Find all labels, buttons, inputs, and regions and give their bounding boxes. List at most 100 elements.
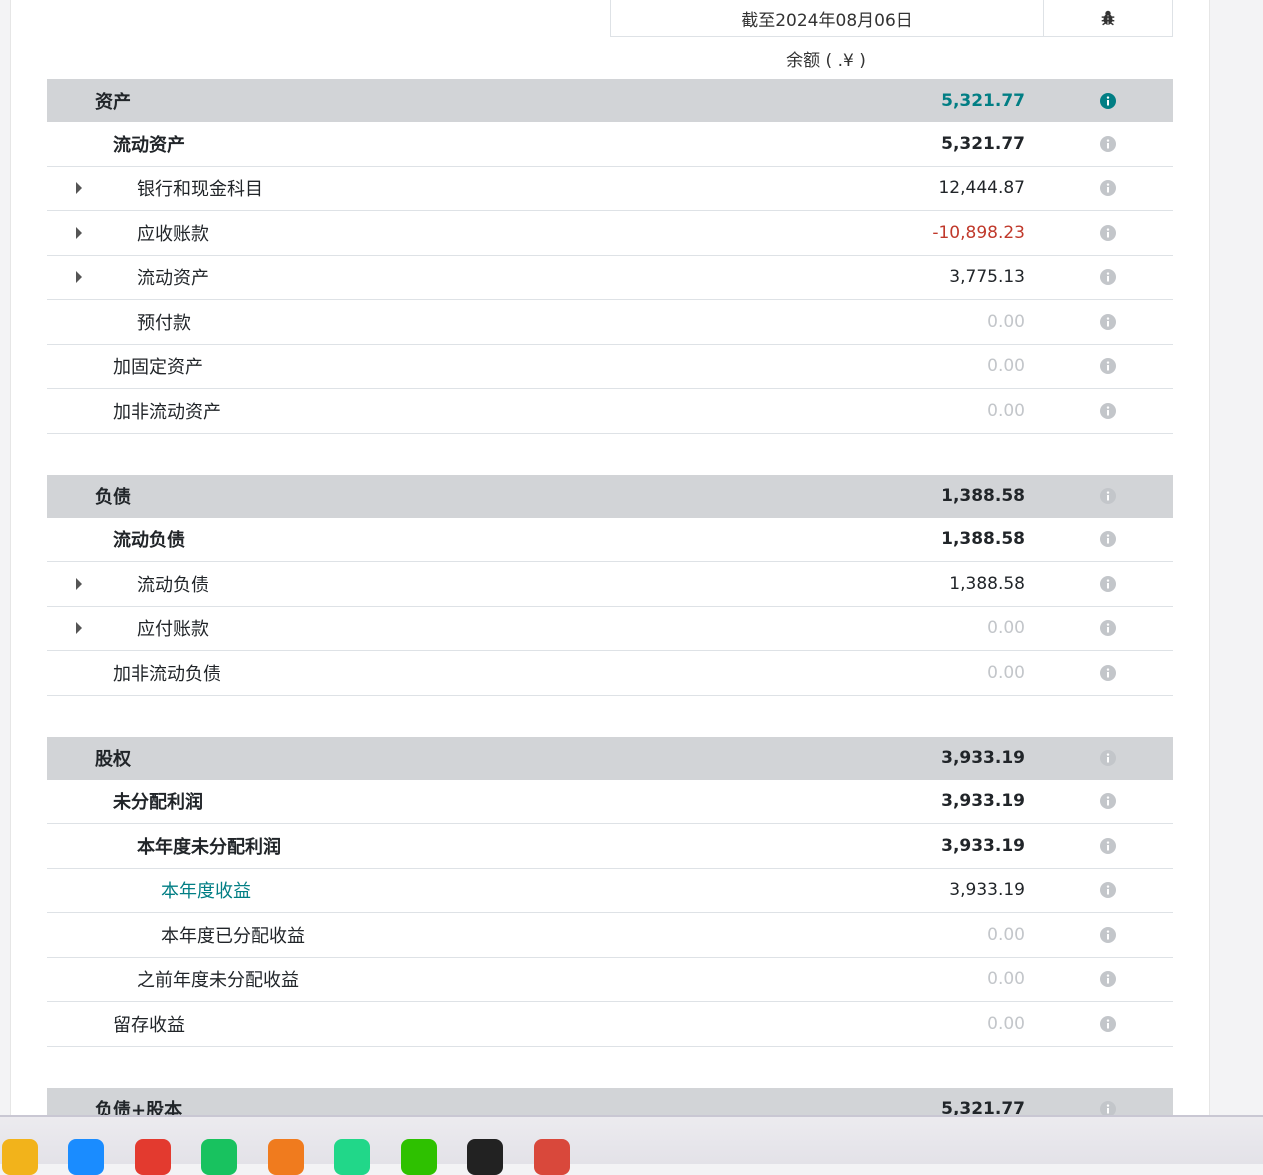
info-icon[interactable]	[1100, 620, 1116, 637]
row-balance: 0.00	[987, 311, 1025, 332]
info-icon[interactable]	[1100, 269, 1116, 286]
account-row[interactable]: 应收账款 -10,898.23	[47, 211, 1173, 256]
row-label: 未分配利润	[113, 792, 203, 814]
row-balance: 0.00	[987, 1013, 1025, 1034]
section-header-row: 资产 5,321.77	[47, 79, 1173, 122]
row-balance: 0.00	[987, 662, 1025, 683]
expand-caret-icon[interactable]	[76, 577, 82, 590]
row-label: 流动负债	[137, 574, 209, 596]
row-label: 应付账款	[137, 619, 209, 641]
info-icon[interactable]	[1100, 837, 1116, 854]
row-balance: 3,933.19	[941, 748, 1025, 768]
info-icon[interactable]	[1100, 1015, 1116, 1032]
row-label: 流动负债	[113, 530, 185, 552]
info-icon[interactable]	[1100, 180, 1116, 197]
account-row: 本年度未分配利润 3,933.19	[47, 824, 1173, 869]
account-row: 留存收益 0.00	[47, 1002, 1173, 1047]
date-label: 截至2024年08月06日	[741, 10, 913, 31]
info-icon[interactable]	[1100, 793, 1116, 810]
expand-caret-icon[interactable]	[76, 622, 82, 635]
section-header-row: 负债 1,388.58	[47, 474, 1173, 518]
account-row: 本年度已分配收益 0.00	[47, 913, 1173, 958]
info-icon[interactable]	[1100, 224, 1116, 241]
account-row: 流动负债 1,388.58	[47, 518, 1173, 562]
row-balance: 3,933.19	[941, 791, 1025, 812]
row-label: 加非流动负债	[113, 663, 221, 685]
info-icon[interactable]	[1100, 531, 1116, 548]
row-label: 负债	[95, 487, 131, 508]
account-row: 流动资产 5,321.77	[47, 122, 1173, 167]
row-balance: 5,321.77	[941, 1099, 1025, 1115]
git-icon[interactable]	[267, 1139, 304, 1175]
info-icon[interactable]	[1100, 926, 1116, 943]
info-icon[interactable]	[1100, 882, 1116, 899]
row-balance: 1,388.58	[941, 486, 1025, 506]
row-balance: 1,388.58	[941, 529, 1025, 550]
row-balance: -10,898.23	[932, 222, 1025, 243]
row-label[interactable]: 本年度收益	[161, 877, 251, 903]
info-icon[interactable]	[1100, 135, 1116, 152]
info-icon[interactable]	[1100, 358, 1116, 375]
folder-icon[interactable]	[2, 1139, 38, 1175]
info-icon[interactable]	[1100, 1101, 1116, 1115]
row-label: 资产	[95, 91, 131, 113]
balance-sheet-table: 资产 5,321.77 流动资产 5,321.77 银行和现金科目 12,444.87 应收…	[47, 79, 1173, 1115]
row-balance: 0.00	[987, 400, 1025, 421]
report-sheet: 截至2024年08月06日 余额 ( .¥ ) 资产 5,321.77 流动资产 5,…	[10, 0, 1210, 1115]
wechat-icon[interactable]	[400, 1139, 437, 1175]
account-row: 预付款 0.00	[47, 300, 1173, 345]
account-row[interactable]: 应付账款 0.00	[47, 607, 1173, 651]
app-icon[interactable]	[533, 1139, 570, 1175]
account-row: 之前年度未分配收益 0.00	[47, 958, 1173, 1002]
account-row[interactable]: 流动负债 1,388.58	[47, 562, 1173, 607]
info-icon[interactable]	[1100, 664, 1116, 681]
debug-button[interactable]	[1043, 0, 1173, 37]
row-label: 本年度已分配收益	[161, 925, 305, 947]
qq-icon[interactable]	[467, 1139, 503, 1175]
info-icon[interactable]	[1100, 750, 1116, 766]
row-balance: 0.00	[987, 618, 1025, 639]
row-balance: 3,775.13	[949, 267, 1025, 288]
account-row[interactable]: 银行和现金科目 12,444.87	[47, 167, 1173, 211]
account-row: 加固定资产 0.00	[47, 345, 1173, 389]
wps-icon[interactable]	[134, 1139, 171, 1175]
wechat-work-icon[interactable]	[201, 1139, 237, 1175]
row-label: 应收账款	[137, 223, 209, 245]
row-balance: 5,321.77	[941, 133, 1025, 154]
row-balance: 3,933.19	[949, 880, 1025, 901]
info-icon[interactable]	[1100, 971, 1116, 988]
expand-caret-icon[interactable]	[76, 226, 82, 239]
kugou-icon[interactable]	[68, 1139, 104, 1175]
date-column-header: 截至2024年08月06日	[610, 0, 1044, 37]
info-icon[interactable]	[1100, 313, 1116, 330]
row-label: 预付款	[137, 312, 191, 334]
row-balance: 0.00	[987, 969, 1025, 990]
row-label: 加非流动资产	[113, 401, 221, 423]
balance-column-label: 余额 ( .¥ )	[786, 51, 866, 71]
row-balance: 0.00	[987, 356, 1025, 377]
row-label: 留存收益	[113, 1014, 185, 1036]
row-label: 银行和现金科目	[137, 179, 263, 201]
row-label: 之前年度未分配收益	[137, 970, 299, 992]
row-balance: 0.00	[987, 924, 1025, 945]
row-label: 股权	[95, 749, 131, 770]
expand-caret-icon[interactable]	[76, 182, 82, 195]
row-label: 流动资产	[137, 268, 209, 290]
account-row: 加非流动负债 0.00	[47, 651, 1173, 696]
row-label: 加固定资产	[113, 357, 203, 379]
info-icon[interactable]	[1100, 402, 1116, 419]
expand-caret-icon[interactable]	[76, 271, 82, 284]
account-row[interactable]: 流动资产 3,775.13	[47, 256, 1173, 300]
account-row: 未分配利润 3,933.19	[47, 780, 1173, 824]
pycharm-icon[interactable]	[334, 1139, 370, 1175]
row-balance: 1,388.58	[949, 573, 1025, 594]
account-row: 本年度收益 3,933.19	[47, 869, 1173, 913]
section-header-row: 负债+股本 5,321.77	[47, 1087, 1173, 1115]
info-icon[interactable]	[1100, 575, 1116, 592]
info-icon[interactable]	[1100, 488, 1116, 504]
row-label: 负债+股本	[95, 1100, 183, 1115]
info-icon[interactable]	[1100, 92, 1116, 109]
